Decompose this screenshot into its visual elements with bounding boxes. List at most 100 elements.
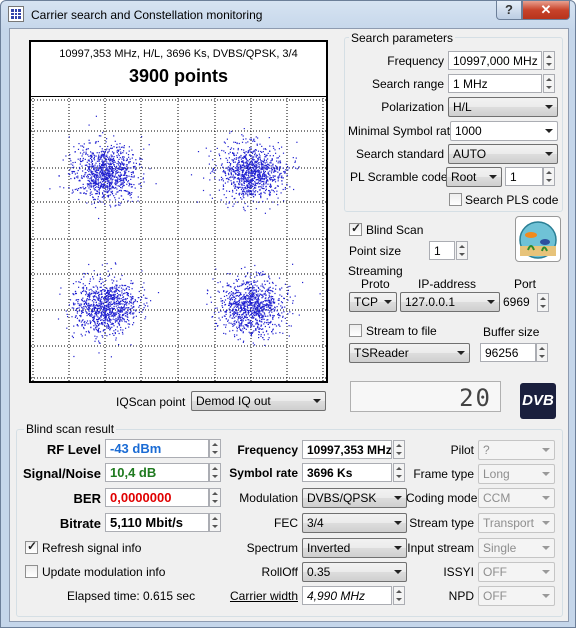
stream-to-file-checkbox[interactable]: [349, 324, 362, 337]
pl-scramble-code-input[interactable]: 1: [505, 167, 543, 186]
stream-to-file-label: Stream to file: [366, 324, 437, 338]
frequency-spinner[interactable]: [543, 51, 555, 70]
point-size-label: Point size: [349, 244, 402, 258]
input-stream-label: Input stream: [407, 541, 474, 555]
proto-select[interactable]: TCP: [349, 292, 397, 312]
point-size-input[interactable]: 1: [429, 241, 455, 260]
ip-address-select[interactable]: 127.0.0.1: [400, 292, 500, 312]
pl-scramble-label: PL Scramble code: [350, 170, 448, 184]
point-size-spinner[interactable]: [456, 241, 468, 260]
ber-value: 0,0000000: [105, 488, 209, 507]
search-range-label: Search range: [371, 77, 444, 91]
spectrum-select[interactable]: Inverted: [302, 538, 407, 558]
plot-header: 10997,353 MHz, H/L, 3696 Ks, DVBS/QPSK, …: [31, 42, 326, 97]
blind-scan-label: Blind Scan: [366, 223, 424, 237]
rf-level-label: RF Level: [46, 442, 101, 457]
client-area: 10997,353 MHz, H/L, 3696 Ks, DVBS/QPSK, …: [9, 28, 569, 622]
app-icon: [8, 6, 24, 22]
close-button[interactable]: ✕: [522, 1, 570, 20]
polarization-select[interactable]: H/L: [448, 97, 558, 117]
search-standard-select[interactable]: AUTO: [448, 144, 558, 164]
signal-noise-value: 10,4 dB: [105, 463, 209, 482]
blind-scan-result-title: Blind scan result: [24, 422, 117, 436]
help-button[interactable]: ?: [496, 1, 522, 20]
fec-select[interactable]: 3/4: [302, 513, 407, 533]
rf-level-value: -43 dBm: [105, 439, 209, 458]
ip-address-label: IP-address: [418, 277, 477, 291]
lcd-display: 20: [350, 381, 501, 412]
rolloff-label: RollOff: [261, 565, 298, 579]
stream-type-select[interactable]: Transport: [478, 513, 555, 533]
pl-scramble-spinner[interactable]: [543, 167, 555, 186]
spectrum-label: Spectrum: [246, 541, 298, 555]
modulation-select[interactable]: DVBS/QPSK: [302, 488, 407, 508]
search-pls-label: Search PLS code: [465, 193, 559, 207]
buffer-size-spinner[interactable]: [536, 343, 548, 362]
window-title: Carrier search and Constellation monitor…: [31, 8, 263, 22]
rolloff-select[interactable]: 0.35: [302, 562, 407, 582]
frame-type-select[interactable]: Long: [478, 464, 555, 484]
frame-type-label: Frame type: [413, 467, 474, 481]
polarization-label: Polarization: [381, 100, 444, 114]
signal-noise-label: Signal/Noise: [22, 466, 101, 481]
blind-scan-checkbox[interactable]: [349, 221, 362, 236]
min-symbol-rate-select[interactable]: 1000: [450, 121, 558, 141]
iqscan-label: IQScan point: [116, 395, 186, 409]
search-range-input[interactable]: 1 MHz: [448, 74, 542, 93]
input-stream-select[interactable]: Single: [478, 538, 555, 558]
update-modulation-label: Update modulation info: [42, 565, 166, 579]
ber-label: BER: [73, 491, 101, 506]
result-frequency-label: Frequency: [237, 443, 298, 457]
title-bar: Carrier search and Constellation monitor…: [1, 1, 575, 29]
min-symbol-rate-label: Minimal Symbol rate: [348, 124, 457, 138]
refresh-signal-checkbox[interactable]: [25, 539, 38, 554]
modulation-label: Modulation: [239, 491, 298, 505]
carrier-width-label[interactable]: Carrier width: [220, 589, 298, 603]
main-window: Carrier search and Constellation monitor…: [0, 0, 576, 628]
npd-select[interactable]: OFF: [478, 586, 555, 606]
search-range-spinner[interactable]: [543, 74, 555, 93]
plot-grid: [31, 98, 326, 381]
coding-mode-select[interactable]: CCM: [478, 488, 555, 508]
search-pls-checkbox[interactable]: [449, 193, 462, 206]
buffer-size-label: Buffer size: [483, 325, 540, 339]
port-input[interactable]: 6969: [499, 293, 535, 312]
reader-select[interactable]: TSReader: [349, 343, 470, 363]
iqscan-select[interactable]: Demod IQ out: [191, 391, 326, 411]
port-spinner[interactable]: [537, 293, 549, 312]
result-frequency-value: 10997,353 MHz: [302, 440, 392, 459]
bitrate-label: Bitrate: [59, 516, 101, 531]
coding-mode-label: Coding mode: [406, 491, 478, 505]
aquarium-button[interactable]: [515, 216, 561, 262]
issyi-select[interactable]: OFF: [478, 562, 555, 582]
result-frequency-spinner[interactable]: [393, 440, 405, 459]
buffer-size-input[interactable]: 96256: [480, 343, 536, 362]
result-symbol-rate-value: 3696 Ks: [302, 463, 392, 482]
pilot-select[interactable]: ?: [478, 440, 555, 460]
result-symbol-rate-spinner[interactable]: [393, 463, 405, 482]
proto-label: Proto: [361, 277, 390, 291]
search-parameters-title: Search parameters: [349, 31, 456, 45]
constellation-plot: [31, 98, 326, 381]
frequency-label: Frequency: [387, 54, 444, 68]
points-count: 3900 points: [128, 66, 229, 86]
dvb-logo: DVB: [520, 383, 556, 419]
stream-type-label: Stream type: [409, 516, 474, 530]
lcd-value: 20: [459, 384, 492, 412]
carrier-width-spinner[interactable]: [393, 586, 405, 605]
update-modulation-checkbox[interactable]: [25, 565, 38, 578]
bitrate-value: 5,110 Mbit/s: [105, 513, 209, 532]
fish-icon: [519, 221, 557, 259]
carrier-width-value: 4,990 MHz: [302, 586, 392, 605]
issyi-label: ISSYI: [443, 565, 474, 579]
npd-label: NPD: [448, 589, 474, 603]
streaming-label: Streaming: [348, 264, 403, 278]
frequency-input[interactable]: 10997,000 MHz: [448, 51, 542, 70]
pilot-label: Pilot: [450, 443, 474, 457]
pl-scramble-mode-select[interactable]: Root: [446, 167, 502, 187]
constellation-points: [49, 115, 321, 358]
plot-info: 10997,353 MHz, H/L, 3696 Ks, DVBS/QPSK, …: [59, 48, 298, 60]
elapsed-time: Elapsed time: 0.615 sec: [67, 589, 196, 603]
search-standard-label: Search standard: [355, 147, 444, 161]
port-label: Port: [514, 277, 537, 291]
